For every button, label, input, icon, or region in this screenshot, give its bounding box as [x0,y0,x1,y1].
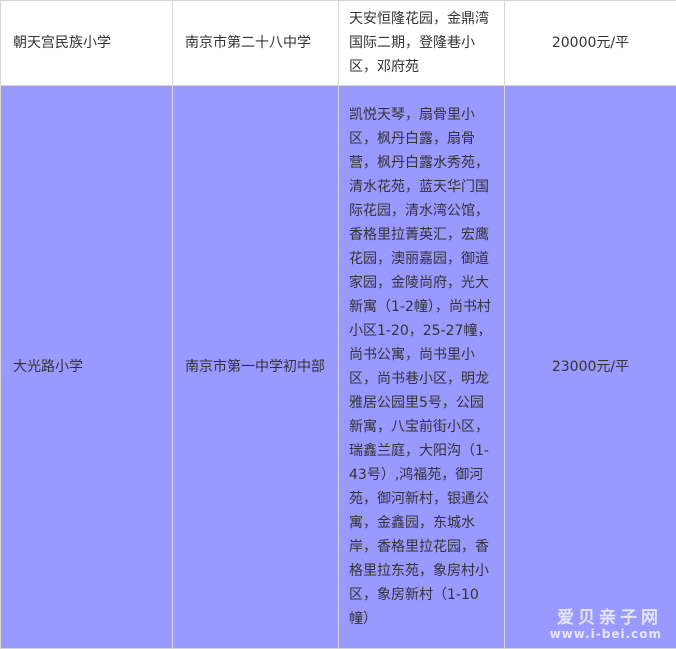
primary-school-cell: 朝天宫民族小学 [1,1,173,86]
watermark-logo: 爱贝亲子网 www.i-bei.com [550,609,662,642]
school-district-table: 朝天宫民族小学 南京市第二十八中学 天安恒隆花园，金鼎湾国际二期，登隆巷小区，邓… [0,0,676,649]
price-cell: 23000元/平 [505,86,676,649]
middle-school-cell: 南京市第二十八中学 [173,1,339,86]
price-cell: 20000元/平 [505,1,676,86]
table-row: 大光路小学 南京市第一中学初中部 凯悦天琴，扇骨里小区，枫丹白露，扇骨营，枫丹白… [1,86,676,649]
table-row: 朝天宫民族小学 南京市第二十八中学 天安恒隆花园，金鼎湾国际二期，登隆巷小区，邓… [1,1,676,86]
middle-school-cell: 南京市第一中学初中部 [173,86,339,649]
communities-cell: 凯悦天琴，扇骨里小区，枫丹白露，扇骨营，枫丹白露水秀苑，清水花苑，蓝天华门国际花… [339,86,505,649]
primary-school-cell: 大光路小学 [1,86,173,649]
watermark-url: www.i-bei.com [550,628,662,642]
watermark-name: 爱贝亲子网 [550,609,662,629]
communities-cell: 天安恒隆花园，金鼎湾国际二期，登隆巷小区，邓府苑 [339,1,505,86]
